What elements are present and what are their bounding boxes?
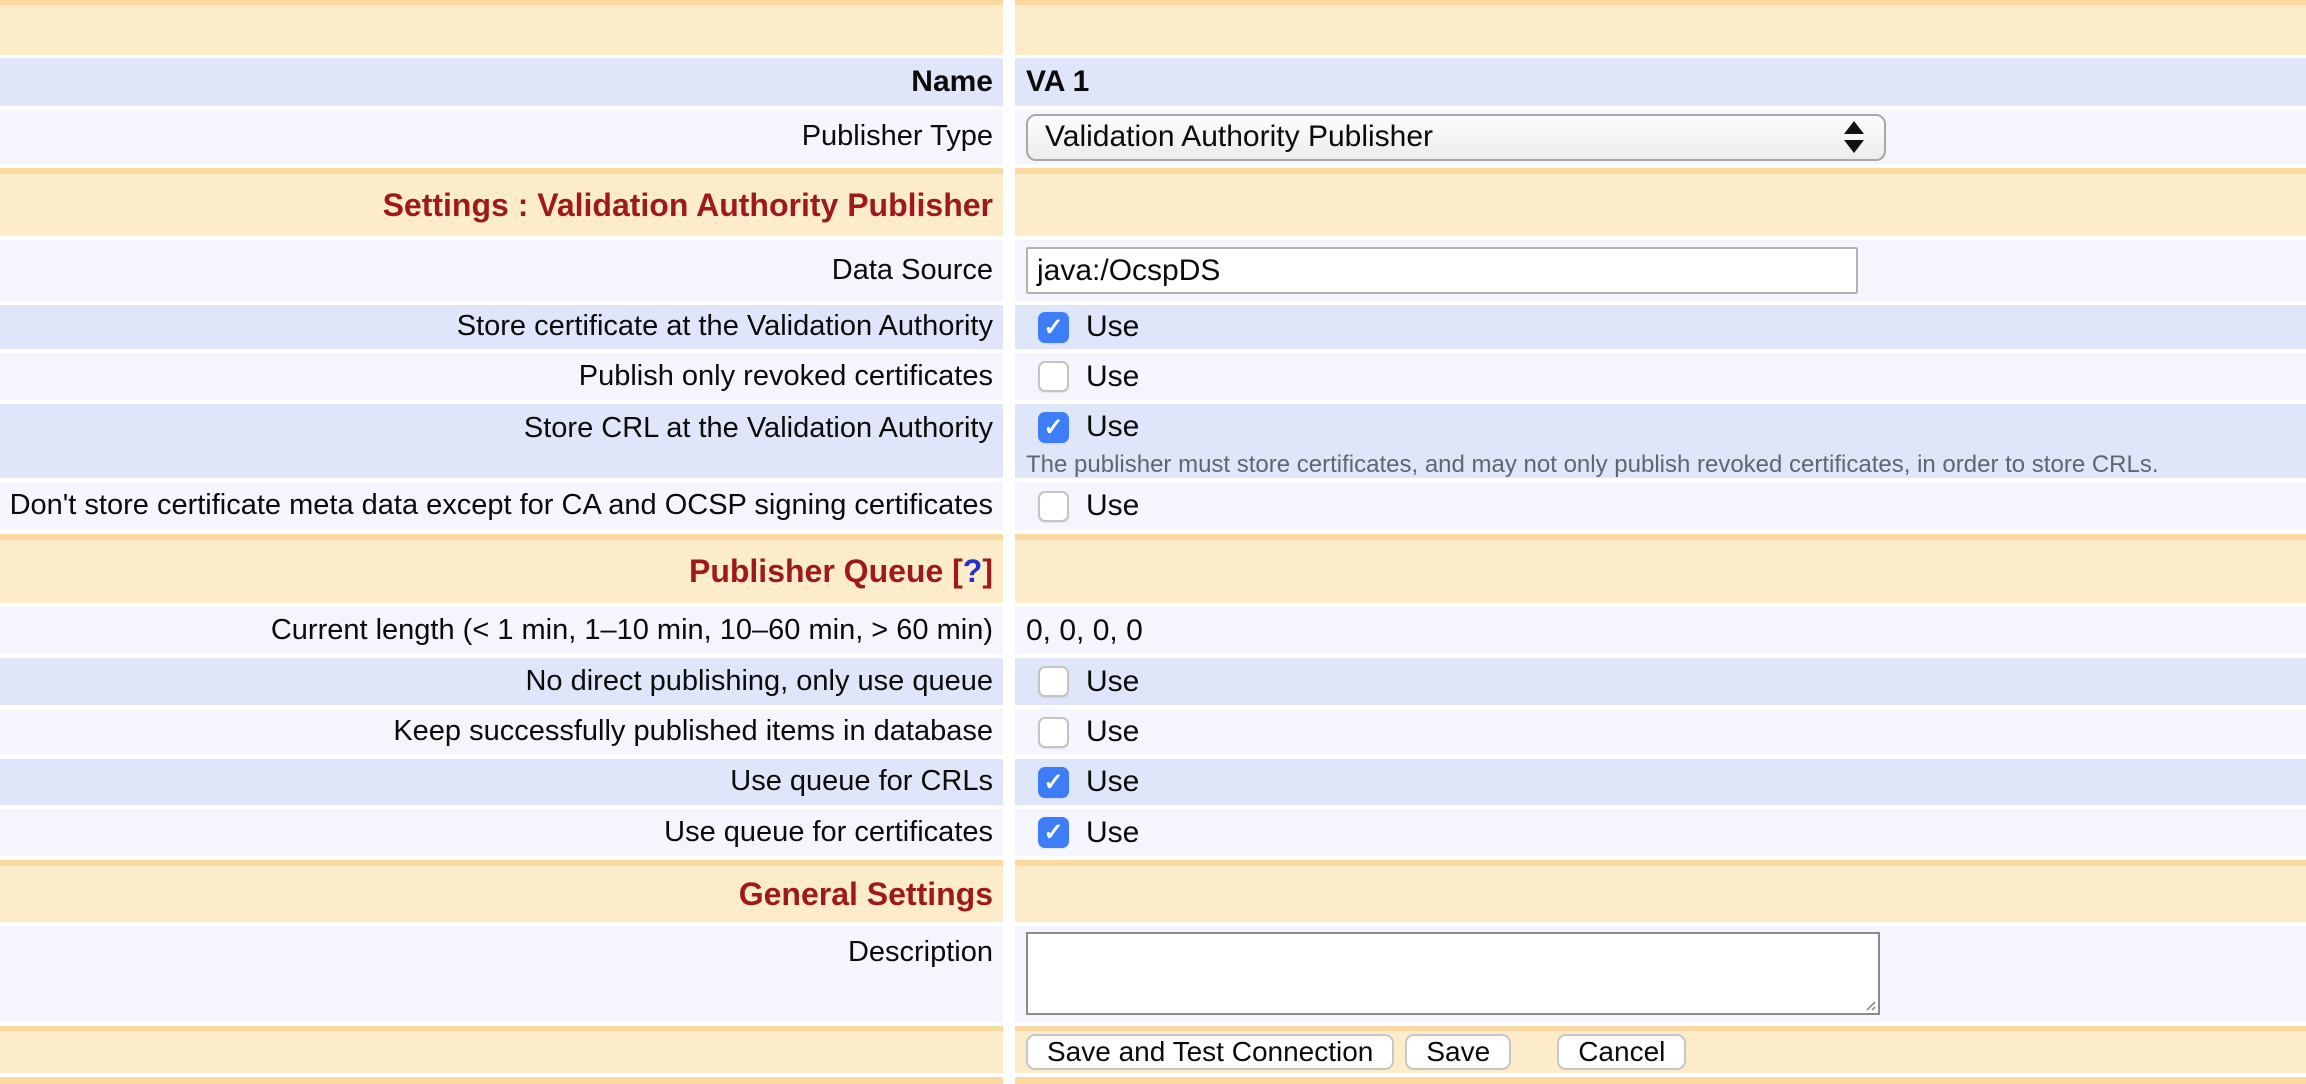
keep-published-items-use-label: Use	[1086, 715, 1139, 749]
edit-publisher-form: Name VA 1 Publisher Type Validation Auth…	[0, 0, 2306, 1084]
publisher-type-select[interactable]: Validation Authority Publisher	[1026, 114, 1886, 161]
row-no-direct-publishing: No direct publishing, only use queue Use	[0, 658, 2306, 705]
keep-published-items-label: Keep successfully published items in dat…	[393, 715, 993, 748]
store-crl-checkbox[interactable]: ✓	[1038, 412, 1069, 443]
help-bracket-close: ]	[982, 553, 993, 589]
use-queue-crls-use-label: Use	[1086, 765, 1139, 799]
section-row-publisher-queue: Publisher Queue [?]	[0, 534, 2306, 603]
publisher-type-label: Publisher Type	[802, 120, 993, 153]
publisher-type-selected-option: Validation Authority Publisher	[1045, 120, 1844, 154]
publisher-queue-help-link[interactable]: ?	[963, 553, 983, 589]
row-form-buttons: Save and Test Connection Save Cancel	[0, 1026, 2306, 1073]
row-store-crl: Store CRL at the Validation Authority ✓ …	[0, 404, 2306, 478]
store-crl-use-label: Use	[1086, 410, 1139, 444]
store-certificate-checkbox[interactable]: ✓	[1038, 312, 1069, 343]
name-value: VA 1	[1026, 65, 1089, 99]
use-queue-crls-checkbox[interactable]: ✓	[1038, 767, 1069, 798]
save-button[interactable]: Save	[1405, 1034, 1511, 1070]
row-publisher-type: Publisher Type Validation Authority Publ…	[0, 110, 2306, 164]
arrow-down-icon	[1844, 140, 1864, 153]
publish-only-revoked-checkbox[interactable]	[1038, 361, 1069, 392]
store-crl-note: The publisher must store certificates, a…	[1026, 451, 2159, 479]
section-row-settings: Settings : Validation Authority Publishe…	[0, 168, 2306, 236]
use-queue-crls-label: Use queue for CRLs	[730, 765, 993, 798]
publish-only-revoked-use-label: Use	[1086, 360, 1139, 394]
row-dont-store-meta: Don't store certificate meta data except…	[0, 482, 2306, 530]
use-queue-certificates-use-label: Use	[1086, 816, 1139, 850]
keep-published-items-checkbox[interactable]	[1038, 717, 1069, 748]
select-spinner-icon	[1844, 121, 1864, 153]
no-direct-publishing-label: No direct publishing, only use queue	[525, 665, 993, 698]
data-source-input[interactable]: java:/OcspDS	[1026, 247, 1858, 294]
dont-store-meta-label: Don't store certificate meta data except…	[10, 489, 993, 522]
description-textarea[interactable]	[1026, 932, 1880, 1015]
current-length-label: Current length (< 1 min, 1–10 min, 10–60…	[271, 614, 993, 647]
store-certificate-label: Store certificate at the Validation Auth…	[457, 310, 993, 343]
row-current-length: Current length (< 1 min, 1–10 min, 10–60…	[0, 607, 2306, 654]
data-source-label: Data Source	[832, 254, 993, 287]
dont-store-meta-use-label: Use	[1086, 489, 1139, 523]
dont-store-meta-checkbox[interactable]	[1038, 491, 1069, 522]
use-queue-certificates-checkbox[interactable]: ✓	[1038, 817, 1069, 848]
current-length-value: 0, 0, 0, 0	[1026, 614, 1143, 648]
resize-handle-icon[interactable]	[1861, 996, 1876, 1011]
row-publish-only-revoked: Publish only revoked certificates Use	[0, 353, 2306, 400]
settings-section-title: Settings : Validation Authority Publishe…	[383, 187, 993, 224]
row-name: Name VA 1	[0, 58, 2306, 106]
publisher-queue-section-title: Publisher Queue [?]	[689, 553, 993, 590]
data-source-value: java:/OcspDS	[1037, 254, 1220, 288]
store-certificate-use-label: Use	[1086, 310, 1139, 344]
section-row-partial-bottom	[0, 1077, 2306, 1084]
row-keep-published-items: Keep successfully published items in dat…	[0, 709, 2306, 755]
no-direct-publishing-checkbox[interactable]	[1038, 666, 1069, 697]
row-use-queue-crls: Use queue for CRLs ✓ Use	[0, 759, 2306, 805]
row-data-source: Data Source java:/OcspDS	[0, 240, 2306, 301]
section-row-general-settings: General Settings	[0, 860, 2306, 922]
store-crl-label: Store CRL at the Validation Authority	[524, 412, 993, 445]
publish-only-revoked-label: Publish only revoked certificates	[579, 360, 993, 393]
name-label: Name	[911, 65, 993, 100]
general-settings-section-title: General Settings	[739, 876, 993, 913]
use-queue-certificates-label: Use queue for certificates	[664, 816, 993, 849]
row-description: Description	[0, 926, 2306, 1022]
arrow-up-icon	[1844, 121, 1864, 134]
save-and-test-connection-button[interactable]: Save and Test Connection	[1026, 1034, 1394, 1070]
section-row-partial-top	[0, 0, 2306, 55]
row-use-queue-certificates: Use queue for certificates ✓ Use	[0, 809, 2306, 856]
row-store-certificate: Store certificate at the Validation Auth…	[0, 305, 2306, 349]
description-label: Description	[848, 936, 993, 969]
help-bracket-open: [	[952, 553, 963, 589]
no-direct-publishing-use-label: Use	[1086, 665, 1139, 699]
cancel-button[interactable]: Cancel	[1557, 1034, 1686, 1070]
